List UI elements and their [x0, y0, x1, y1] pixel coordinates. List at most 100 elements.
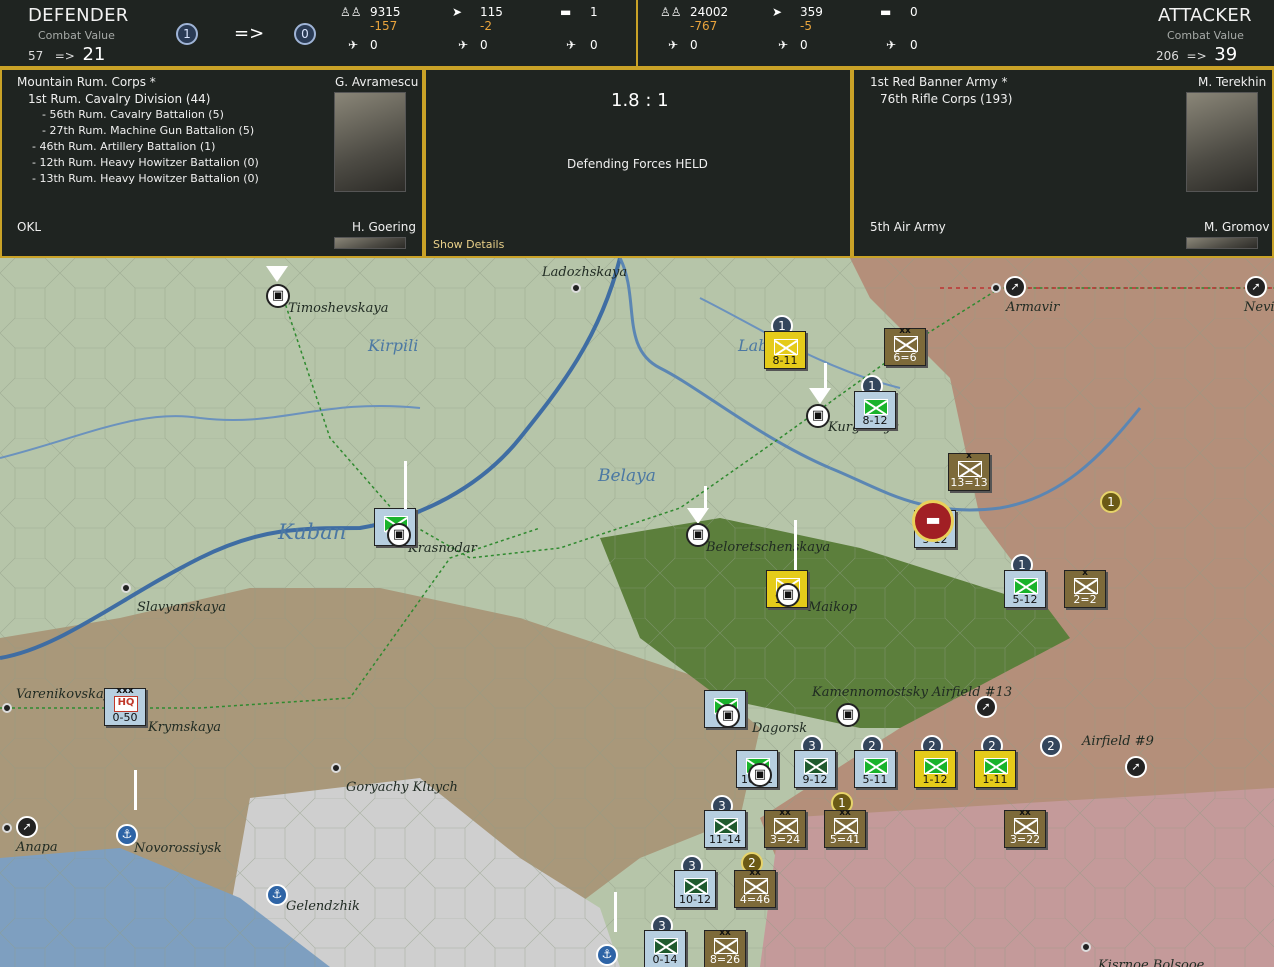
- rail-transport-icon[interactable]: ▣: [387, 523, 411, 547]
- town-label: Timoshevskaya: [288, 301, 389, 316]
- strategic-map[interactable]: Timoshevskaya Ladozhskaya Armavir Nevi K…: [0, 258, 1274, 967]
- commander-portrait: [334, 92, 406, 192]
- attacker-commander: M. Terekhin: [1198, 75, 1267, 89]
- unit-counter[interactable]: 0-14: [644, 930, 686, 967]
- river-label: Kirpili: [368, 336, 419, 355]
- naval-base-icon[interactable]: ⚓: [266, 884, 288, 906]
- combat-result: Defending Forces HELD: [567, 157, 708, 171]
- town-marker: [1081, 942, 1091, 952]
- defender-panel: Mountain Rum. Corps * G. Avramescu 1st R…: [2, 70, 422, 256]
- town-label: Airfield #9: [1082, 734, 1154, 749]
- naval-base-icon[interactable]: ⚓: [596, 944, 618, 966]
- rail-transport-icon[interactable]: ▣: [836, 703, 860, 727]
- rail-transport-icon[interactable]: ▣: [266, 284, 290, 308]
- town-label: Armavir: [1006, 300, 1060, 315]
- unit-counter[interactable]: x 2=2: [1064, 568, 1106, 608]
- unit-stack-indicator: [704, 486, 707, 510]
- entrenchment-marker: 1: [1100, 491, 1122, 513]
- defender-corps: Mountain Rum. Corps *: [17, 75, 156, 89]
- defender-unit: - 46th Rum. Artillery Battalion (1): [32, 140, 216, 153]
- attacker-bombers: 0: [800, 38, 808, 52]
- air-commander-portrait: [334, 237, 406, 249]
- attacker-men: 24002 -767: [690, 5, 729, 33]
- rail-transport-icon[interactable]: ▣: [686, 523, 710, 547]
- combat-summary-bar: DEFENDER Combat Value 57 => 21 1 => 0 ♙♙…: [0, 0, 1274, 68]
- commander-portrait: [1186, 92, 1258, 192]
- defender-cv: 57 => 21: [28, 44, 106, 65]
- rail-transport-icon[interactable]: ▣: [716, 704, 740, 728]
- defender-unit: - 13th Rum. Heavy Howitzer Battalion (0): [32, 172, 259, 185]
- defender-cv-label: Combat Value: [38, 29, 115, 42]
- town-marker: [2, 703, 12, 713]
- supply-marker: [809, 388, 831, 404]
- defender-commander: G. Avramescu: [335, 75, 419, 89]
- gun-icon: ➤: [772, 5, 783, 19]
- town-label: Nevi: [1244, 300, 1274, 315]
- town-label: Dagorsk: [752, 721, 808, 736]
- unit-stack-indicator: [614, 892, 617, 932]
- attacker-panel: 1st Red Banner Army * M. Terekhin 76th R…: [854, 70, 1272, 256]
- unit-counter[interactable]: 1-12: [914, 750, 956, 788]
- river-label: Belaya: [598, 466, 656, 486]
- airfield-icon[interactable]: ➚: [975, 696, 997, 718]
- town-label: Kisrnoe Bolsooe: [1098, 958, 1205, 967]
- unit-counter[interactable]: xx 8=26: [704, 928, 746, 967]
- rail-transport-icon[interactable]: ▣: [806, 404, 830, 428]
- airfield-icon[interactable]: ➚: [1004, 276, 1026, 298]
- unit-stack-indicator: [134, 770, 137, 810]
- bomber-icon: ✈: [458, 38, 469, 52]
- tank-icon: ▬: [880, 5, 892, 19]
- defender-guns: 115 -2: [480, 5, 503, 33]
- town-label: Krymskaya: [148, 720, 221, 735]
- town-marker: [121, 583, 131, 593]
- airfield-icon[interactable]: ➚: [16, 816, 38, 838]
- hq-unit-counter[interactable]: xxx HQ 0-50: [104, 686, 146, 726]
- unit-counter[interactable]: xx 3=24: [764, 808, 806, 848]
- unit-counter[interactable]: xx 4=46: [734, 868, 776, 908]
- unit-counter[interactable]: 10-12: [674, 870, 716, 908]
- defender-unit: - 27th Rum. Machine Gun Battalion (5): [42, 124, 255, 137]
- town-label: Ladozhskaya: [542, 265, 628, 280]
- defender-transports: 0: [590, 38, 598, 52]
- town-label: Krasnodar: [408, 541, 477, 556]
- unit-counter[interactable]: 5-12: [1004, 570, 1046, 608]
- unit-counter[interactable]: 8-11: [764, 331, 806, 369]
- town-marker: [991, 283, 1001, 293]
- unit-counter[interactable]: 1-11: [974, 750, 1016, 788]
- odds-ratio: 1.8 : 1: [611, 90, 669, 111]
- armor-combat-icon[interactable]: ▬: [912, 500, 954, 542]
- naval-base-icon[interactable]: ⚓: [116, 824, 138, 846]
- town-marker: [571, 283, 581, 293]
- town-label: Gelendzhik: [286, 899, 360, 914]
- show-details-link[interactable]: Show Details: [433, 238, 504, 251]
- unit-counter[interactable]: x 13=13: [948, 451, 990, 491]
- defender-fort-icon: 1: [176, 23, 198, 45]
- transport-icon: ✈: [886, 38, 897, 52]
- divider: [636, 0, 638, 68]
- unit-counter[interactable]: 11-14: [704, 810, 746, 848]
- unit-stack-indicator: [794, 520, 797, 570]
- unit-counter[interactable]: 9-12: [794, 750, 836, 788]
- defender-title: DEFENDER: [28, 5, 129, 26]
- unit-stack-indicator: [404, 461, 407, 509]
- unit-counter[interactable]: 5-11: [854, 750, 896, 788]
- defender-unit: - 12th Rum. Heavy Howitzer Battalion (0): [32, 156, 259, 169]
- town-label: Anapa: [16, 840, 58, 855]
- fighter-icon: ✈: [668, 38, 679, 52]
- air-commander-portrait: [1186, 237, 1258, 249]
- town-label: Slavyanskaya: [137, 600, 227, 615]
- rail-transport-icon[interactable]: ▣: [748, 763, 772, 787]
- rail-transport-icon[interactable]: ▣: [776, 583, 800, 607]
- tank-icon: ▬: [560, 5, 572, 19]
- defender-division: 1st Rum. Cavalry Division (44): [28, 92, 211, 106]
- defender-fort-after-icon: 0: [294, 23, 316, 45]
- unit-counter[interactable]: 8-12: [854, 391, 896, 429]
- fighter-icon: ✈: [348, 38, 359, 52]
- attacker-fighters: 0: [690, 38, 698, 52]
- unit-counter[interactable]: xx 3=22: [1004, 808, 1046, 848]
- unit-counter[interactable]: xx 5=41: [824, 808, 866, 848]
- airfield-icon[interactable]: ➚: [1125, 756, 1147, 778]
- airfield-icon[interactable]: ➚: [1245, 276, 1267, 298]
- attacker-transports: 0: [910, 38, 918, 52]
- unit-counter[interactable]: xx 6=6: [884, 326, 926, 366]
